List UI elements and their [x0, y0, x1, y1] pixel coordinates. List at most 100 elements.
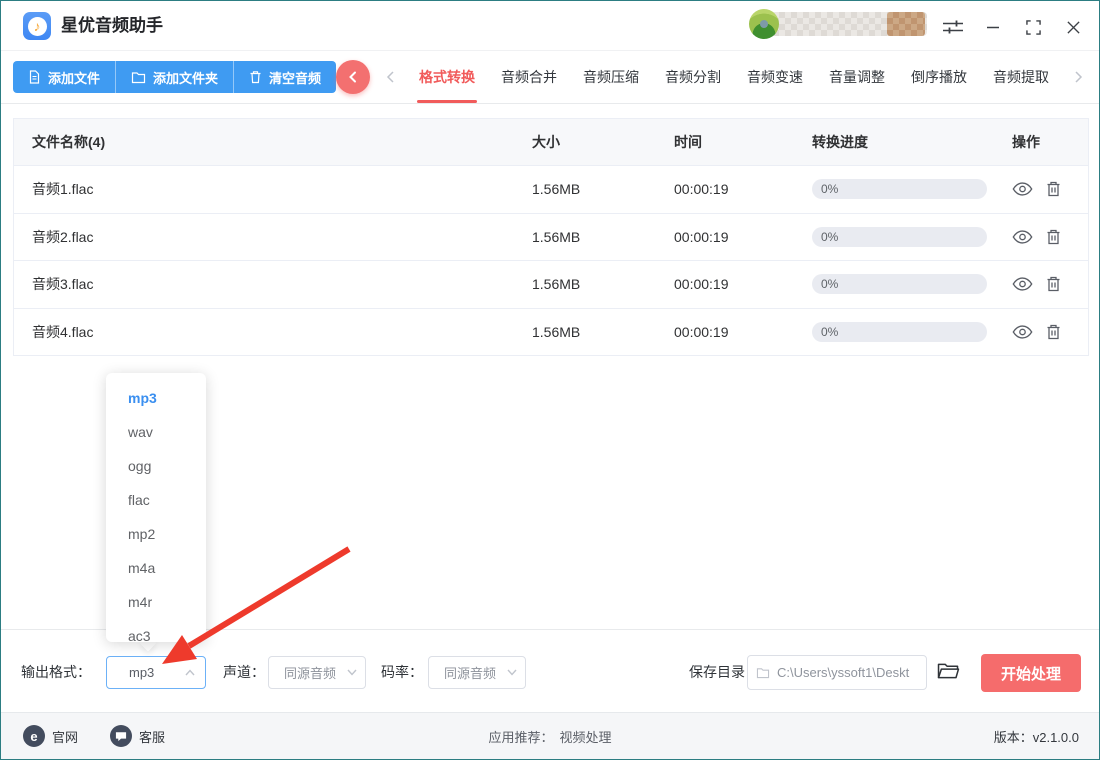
close-button[interactable] — [1060, 14, 1086, 40]
feature-tabs: 格式转换 音频合并 音频压缩 音频分割 音频变速 音量调整 倒序播放 音频提取 — [406, 51, 1069, 103]
format-dropdown-menu: mp3 wav ogg flac mp2 m4a m4r ac3 — [106, 373, 206, 642]
col-time: 时间 — [674, 134, 702, 150]
progress-bar: 0% — [812, 274, 987, 295]
folder-small-icon — [756, 667, 770, 678]
table-row: 音频1.flac 1.56MB 00:00:19 0% — [14, 165, 1088, 213]
delete-trash-icon[interactable] — [1046, 324, 1061, 340]
scroll-tabs-left-button[interactable] — [336, 60, 370, 94]
chevron-down-icon — [507, 669, 517, 676]
progress-bar: 0% — [812, 321, 987, 342]
chevron-left-icon — [349, 71, 356, 83]
table-row: 音频3.flac 1.56MB 00:00:19 0% — [14, 260, 1088, 308]
minimize-button[interactable] — [980, 14, 1006, 40]
browse-folder-icon[interactable] — [937, 661, 960, 680]
col-progress: 转换进度 — [812, 134, 868, 150]
progress-bar: 0% — [812, 179, 987, 200]
col-size: 大小 — [532, 134, 560, 150]
chevron-up-icon — [185, 669, 195, 676]
add-file-button[interactable]: 添加文件 — [13, 61, 115, 93]
maximize-button[interactable] — [1020, 14, 1046, 40]
dropdown-option-m4a[interactable]: m4a — [106, 551, 206, 585]
table-row: 音频2.flac 1.56MB 00:00:19 0% — [14, 212, 1088, 261]
dropdown-option-flac[interactable]: flac — [106, 483, 206, 517]
footer-bar: e 官网 客服 应用推荐： 视频处理 版本：v2.1.0.0 — [1, 712, 1099, 759]
tabs-prev-chevron[interactable] — [381, 68, 399, 86]
dropdown-option-ogg[interactable]: ogg — [106, 449, 206, 483]
output-format-select[interactable]: mp3 — [106, 656, 206, 689]
file-table: 文件名称(4) 大小 时间 转换进度 操作 音频1.flac 1.56MB 00… — [13, 118, 1089, 356]
username-redacted — [767, 12, 927, 36]
preview-eye-icon[interactable] — [1012, 277, 1033, 291]
chevron-down-icon — [347, 669, 357, 676]
settings-sliders-icon[interactable] — [940, 14, 966, 40]
app-logo-icon: ♪ — [23, 12, 51, 40]
chevron-right-icon — [1074, 71, 1082, 83]
tab-format-convert[interactable]: 格式转换 — [406, 51, 488, 103]
avatar — [749, 9, 779, 39]
folder-icon — [131, 71, 146, 83]
col-filename: 文件名称(4) — [32, 134, 106, 150]
dropdown-option-mp3[interactable]: mp3 — [106, 381, 206, 415]
file-name: 音频3.flac — [32, 276, 94, 293]
file-icon — [29, 70, 40, 84]
official-website-link[interactable]: e 官网 — [23, 725, 78, 747]
tab-audio-split[interactable]: 音频分割 — [652, 51, 734, 103]
table-header-row: 文件名称(4) 大小 时间 转换进度 操作 — [14, 119, 1088, 165]
add-folder-button[interactable]: 添加文件夹 — [115, 61, 233, 93]
version-label: 版本：v2.1.0.0 — [993, 729, 1079, 745]
toolbar-button-group: 添加文件 添加文件夹 清空音频 — [13, 61, 337, 93]
file-size: 1.56MB — [532, 323, 581, 340]
dropdown-option-ac3[interactable]: ac3 — [106, 619, 206, 642]
preview-eye-icon[interactable] — [1012, 325, 1033, 339]
app-title: 星优音频助手 — [61, 16, 163, 35]
tab-audio-speed[interactable]: 音频变速 — [734, 51, 816, 103]
col-actions: 操作 — [1012, 134, 1040, 150]
user-account[interactable] — [749, 9, 927, 39]
file-duration: 00:00:19 — [674, 323, 729, 340]
file-duration: 00:00:19 — [674, 276, 729, 293]
trash-icon — [250, 71, 261, 84]
dropdown-option-m4r[interactable]: m4r — [106, 585, 206, 619]
bitrate-label: 码率： — [381, 664, 423, 680]
file-duration: 00:00:19 — [674, 228, 729, 245]
tab-volume-adjust[interactable]: 音量调整 — [816, 51, 898, 103]
tab-audio-compress[interactable]: 音频压缩 — [570, 51, 652, 103]
file-size: 1.56MB — [532, 228, 581, 245]
tabs-next-chevron[interactable] — [1069, 68, 1087, 86]
channel-select[interactable]: 同源音频 — [268, 656, 366, 689]
app-recommend-label: 应用推荐： — [488, 729, 554, 745]
toolbar-tab-band: 添加文件 添加文件夹 清空音频 格式转换 音频合并 音频压缩 音频分割 音频变速… — [1, 51, 1099, 104]
clear-audio-button[interactable]: 清空音频 — [233, 61, 336, 93]
channel-label: 声道： — [223, 664, 265, 680]
music-note-icon: ♪ — [33, 18, 41, 34]
delete-trash-icon[interactable] — [1046, 276, 1061, 292]
chevron-left-icon — [386, 71, 394, 83]
file-name: 音频2.flac — [32, 228, 94, 245]
save-dir-input[interactable]: C:\Users\yssoft1\Deskt — [747, 655, 927, 690]
video-processing-link[interactable]: 视频处理 — [560, 727, 612, 746]
start-processing-button[interactable]: 开始处理 — [981, 654, 1081, 692]
delete-trash-icon[interactable] — [1046, 181, 1061, 197]
tab-audio-merge[interactable]: 音频合并 — [488, 51, 570, 103]
bitrate-select[interactable]: 同源音频 — [428, 656, 526, 689]
preview-eye-icon[interactable] — [1012, 230, 1033, 244]
dropdown-option-wav[interactable]: wav — [106, 415, 206, 449]
browser-e-icon: e — [23, 725, 45, 747]
title-bar: ♪ 星优音频助手 — [1, 1, 1099, 51]
customer-service-link[interactable]: 客服 — [110, 725, 165, 747]
table-row: 音频4.flac 1.56MB 00:00:19 0% — [14, 307, 1088, 356]
tab-reverse-play[interactable]: 倒序播放 — [898, 51, 980, 103]
chat-bubble-icon — [110, 725, 133, 747]
preview-eye-icon[interactable] — [1012, 182, 1033, 196]
dropdown-option-mp2[interactable]: mp2 — [106, 517, 206, 551]
progress-bar: 0% — [812, 226, 987, 247]
file-name: 音频4.flac — [32, 323, 94, 340]
output-format-label: 输出格式： — [21, 664, 91, 680]
file-name: 音频1.flac — [32, 181, 94, 198]
file-size: 1.56MB — [532, 276, 581, 293]
app-window: ♪ 星优音频助手 添加文件 添加文件夹 清空音频 格式转换 音频合并 音频压缩 … — [0, 0, 1100, 760]
file-duration: 00:00:19 — [674, 181, 729, 198]
delete-trash-icon[interactable] — [1046, 229, 1061, 245]
file-size: 1.56MB — [532, 181, 581, 198]
tab-audio-extract[interactable]: 音频提取 — [980, 51, 1062, 103]
